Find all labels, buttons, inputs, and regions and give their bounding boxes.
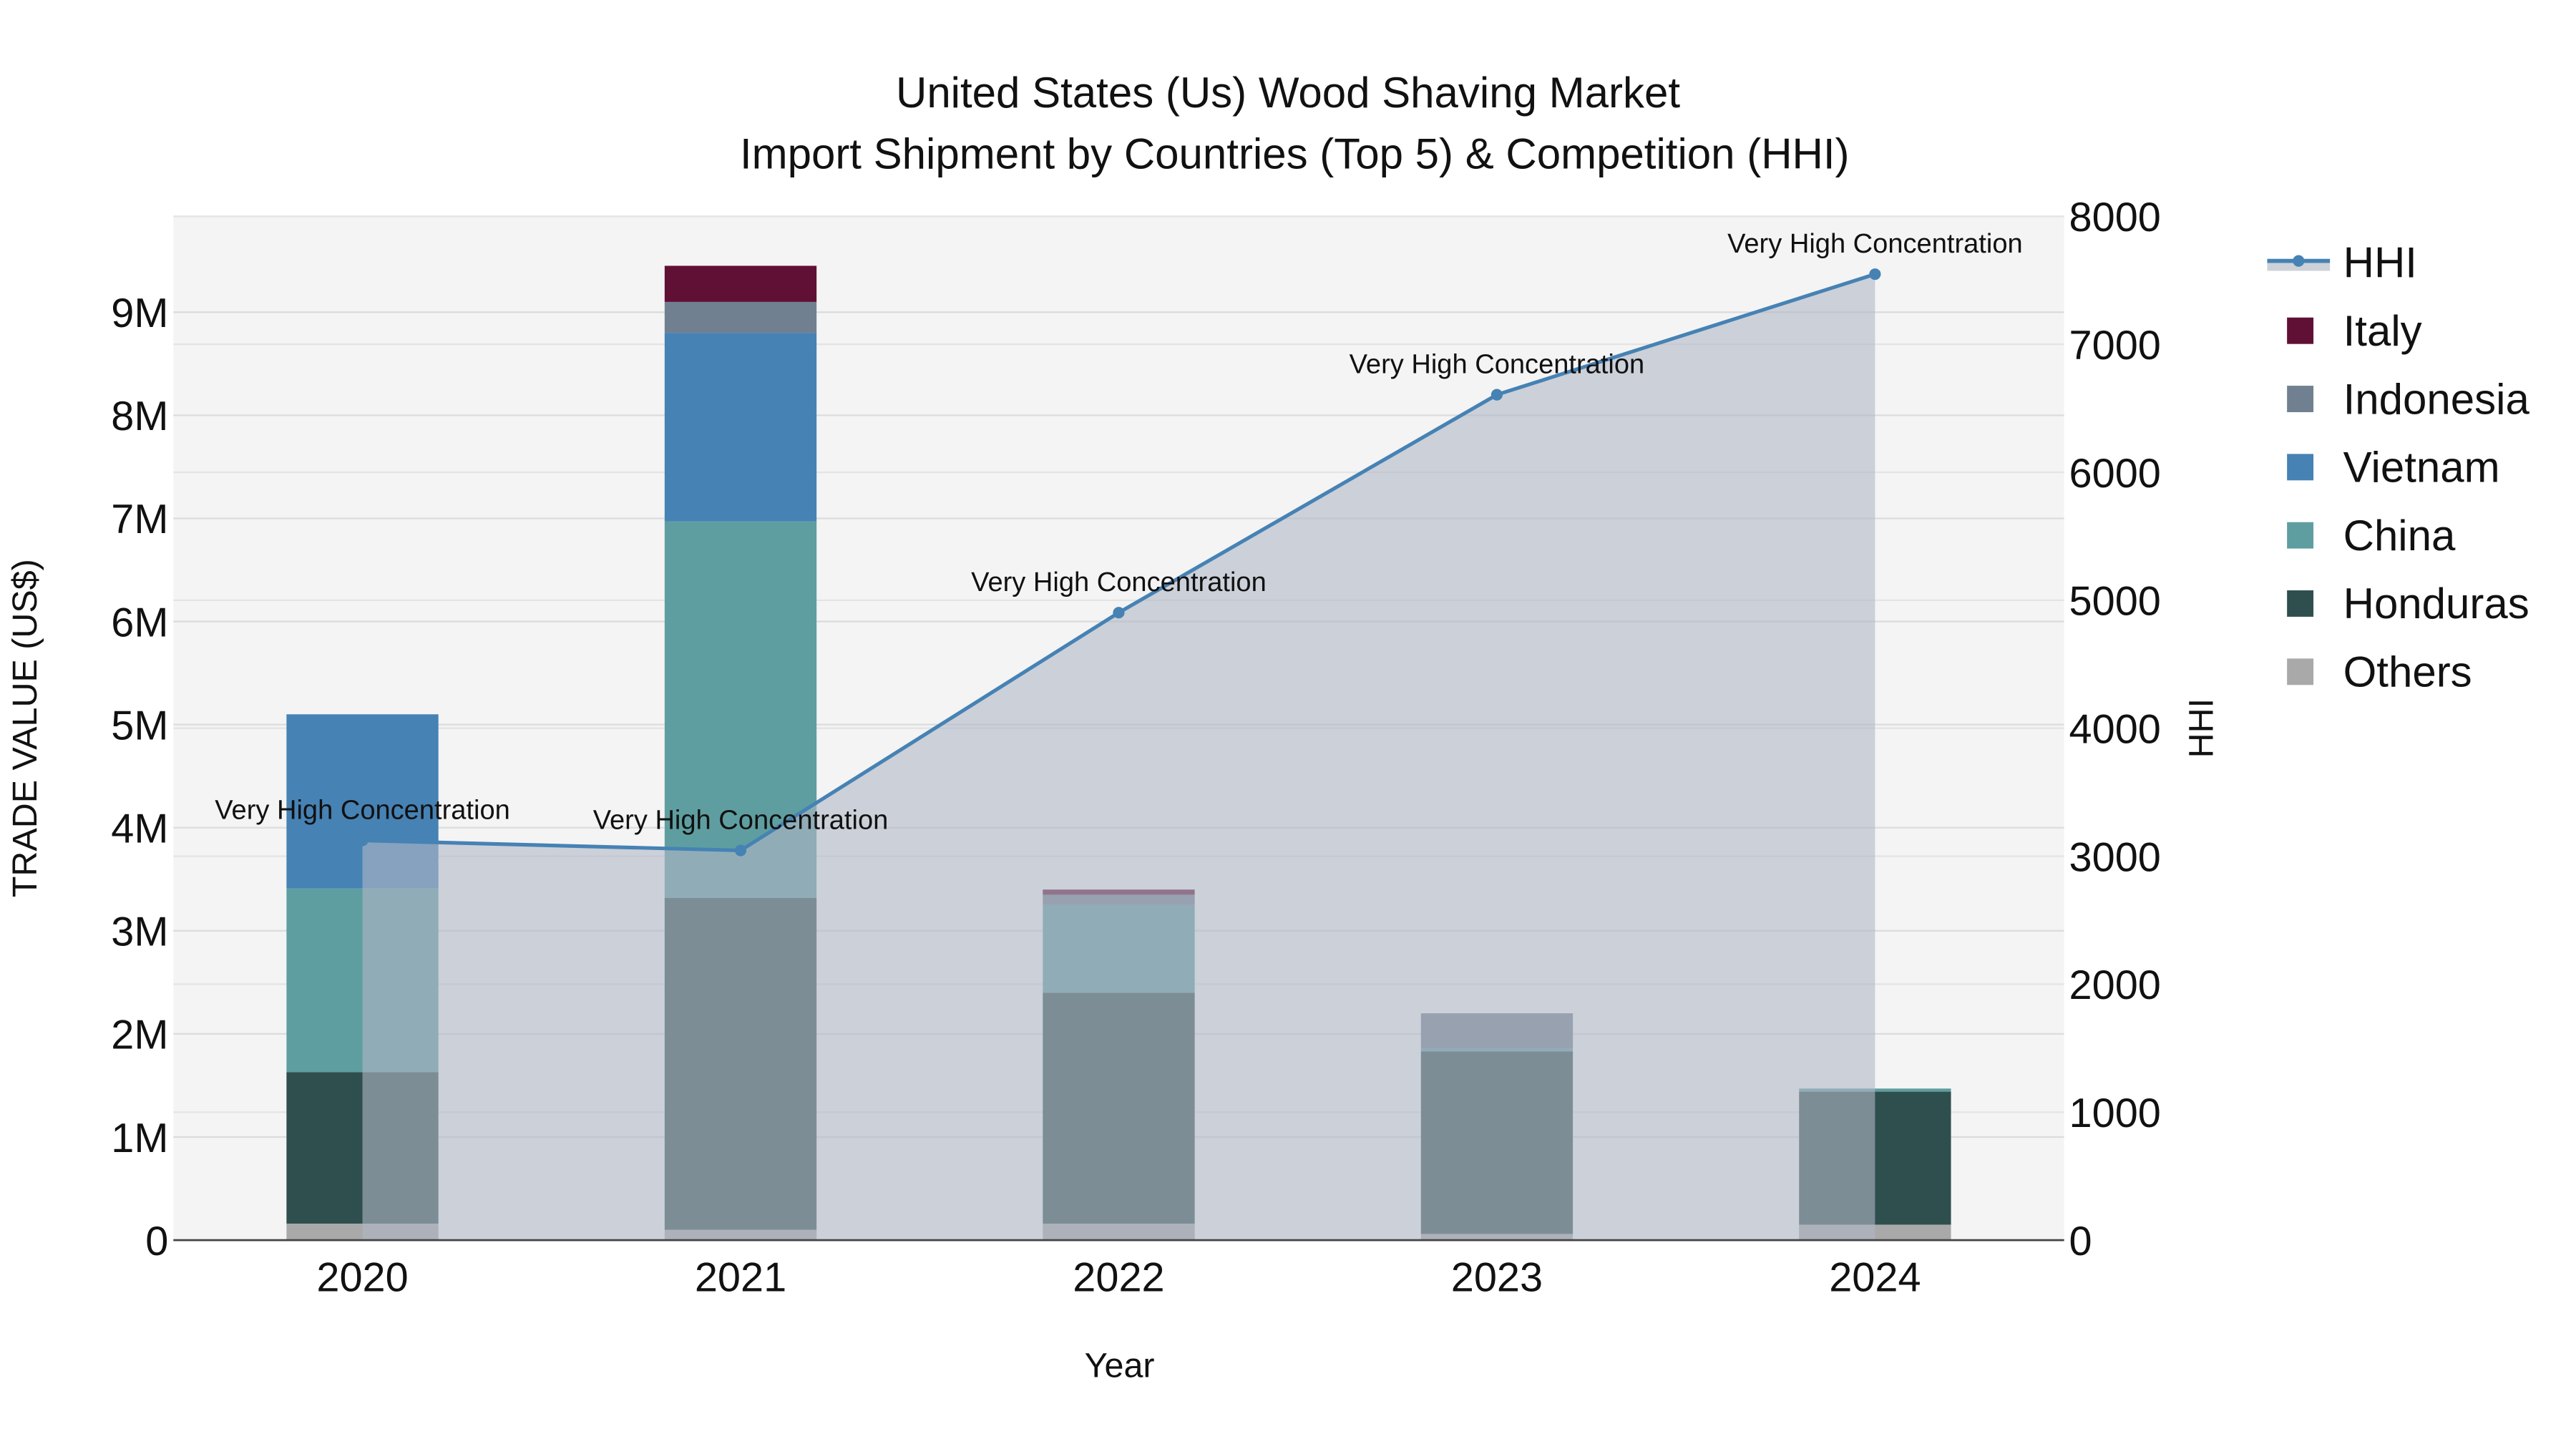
legend-swatch-vietnam [2287,454,2314,481]
y-tick-label: 2M [111,1013,168,1058]
y-tick-label: 5M [111,703,168,748]
legend-swatch-china [2287,522,2314,549]
chart-subtitle: Import Shipment by Countries (Top 5) & C… [740,130,1850,177]
chart: Very High Concentration Very High Concent… [6,69,2530,1385]
y2-tick-label: 1000 [2069,1091,2161,1136]
legend-label: Italy [2343,307,2422,355]
hhi-annotation: Very High Concentration [1727,229,2023,259]
bar-vietnam-2021 [664,333,817,522]
y2-tick-label: 0 [2069,1219,2092,1264]
legend-label: China [2343,512,2456,560]
hhi-annotation: Very High Concentration [971,567,1267,597]
y2-tick-label: 8000 [2069,195,2161,240]
x-tick-label: 2023 [1451,1255,1543,1301]
legend-swatch-honduras [2287,590,2314,617]
x-tick-label: 2020 [316,1255,408,1301]
hhi-point-2020 [356,834,369,847]
y-tick-label: 3M [111,909,168,955]
hhi-annotation: Very High Concentration [1350,350,1645,380]
y2-axis-label: HHI [2182,698,2220,758]
y-tick-label: 7M [111,497,168,542]
chart-title: United States (Us) Wood Shaving Market [896,69,1680,117]
y-tick-label: 0 [145,1219,168,1264]
y-tick-label: 9M [111,291,168,336]
legend-hhi-marker [2293,255,2305,267]
y2-tick-label: 4000 [2069,706,2161,752]
x-tick-label: 2022 [1073,1255,1164,1301]
bar-indonesia-2021 [664,301,817,333]
hhi-point-2021 [734,844,747,857]
hhi-annotation: Very High Concentration [215,796,510,826]
y-tick-label: 4M [111,806,168,852]
y-tick-label: 6M [111,600,168,645]
hhi-point-2024 [1869,268,1881,280]
hhi-annotation: Very High Concentration [593,805,889,835]
y-tick-label: 8M [111,394,168,439]
y2-tick-label: 7000 [2069,323,2161,369]
legend-swatch-italy [2287,317,2314,344]
y2-tick-label: 5000 [2069,579,2161,625]
legend-swatch-others [2287,658,2314,686]
x-axis-label: Year [1085,1347,1155,1385]
x-tick-label: 2021 [695,1255,786,1301]
legend-label: HHI [2343,239,2417,287]
y2-tick-label: 2000 [2069,962,2161,1008]
legend-label: Vietnam [2343,444,2500,492]
bar-italy-2021 [664,265,817,302]
hhi-point-2022 [1113,607,1125,619]
y-axis-label: TRADE VALUE (US$) [6,559,44,897]
legend-label: Honduras [2343,580,2529,628]
hhi-point-2023 [1491,389,1503,401]
legend-label: Others [2343,648,2472,696]
x-tick-label: 2024 [1829,1255,1921,1301]
legend-swatch-indonesia [2287,386,2314,412]
y2-tick-label: 6000 [2069,451,2161,497]
legend: HHI Italy Indonesia Vietnam China Honduras Oth… [2267,239,2529,696]
y-tick-label: 1M [111,1116,168,1161]
y2-tick-label: 3000 [2069,834,2161,880]
legend-label: Indonesia [2343,375,2530,423]
